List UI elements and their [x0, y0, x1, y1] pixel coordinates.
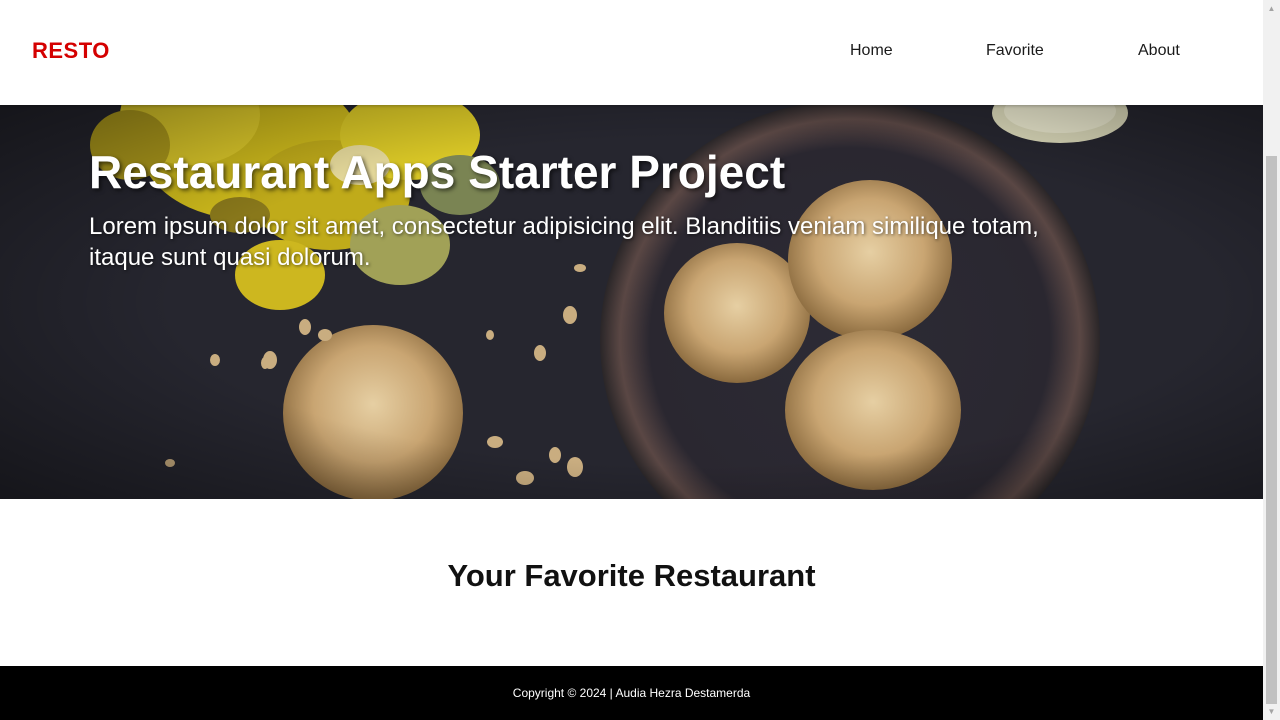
hero-section: Restaurant Apps Starter Project Lorem ip… — [0, 105, 1263, 499]
nav-about-link[interactable]: About — [1138, 42, 1180, 60]
main-nav: Home Favorite About — [0, 42, 1263, 64]
scrollbar-thumb[interactable] — [1266, 156, 1277, 704]
page: RESTO Home Favorite About Restaurant App… — [0, 0, 1263, 720]
vertical-scrollbar[interactable]: ▲ ▼ — [1263, 0, 1280, 720]
nav-home-link[interactable]: Home — [850, 42, 893, 60]
footer-copyright: Copyright © 2024 | Audia Hezra Destamerd… — [512, 686, 751, 700]
hero-title: Restaurant Apps Starter Project — [89, 146, 786, 198]
nav-favorite-link[interactable]: Favorite — [986, 42, 1044, 60]
app-header: RESTO Home Favorite About — [0, 0, 1263, 105]
scroll-down-arrow-icon[interactable]: ▼ — [1263, 703, 1280, 720]
hero-description: Lorem ipsum dolor sit amet, consectetur … — [89, 213, 1039, 271]
scroll-up-arrow-icon[interactable]: ▲ — [1263, 0, 1280, 17]
app-footer: Copyright © 2024 | Audia Hezra Destamerd… — [0, 666, 1263, 720]
favorite-section-title: Your Favorite Restaurant — [447, 558, 816, 593]
